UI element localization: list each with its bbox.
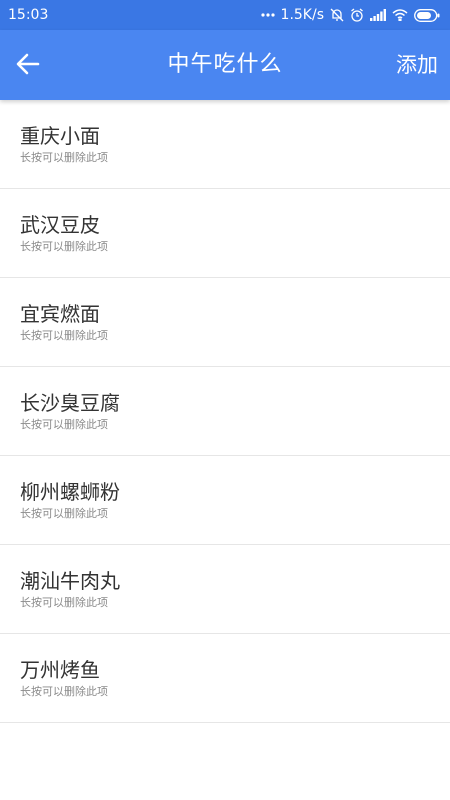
item-hint: 长按可以删除此项 — [20, 151, 108, 164]
back-button[interactable] — [12, 50, 44, 82]
list-item[interactable]: 万州烤鱼长按可以删除此项 — [0, 634, 450, 723]
item-hint: 长按可以删除此项 — [20, 596, 108, 609]
alarm-clock-icon — [350, 8, 364, 22]
mute-bell-icon — [330, 8, 344, 22]
item-title: 武汉豆皮 — [20, 213, 100, 237]
wifi-icon — [392, 9, 408, 21]
item-title: 重庆小面 — [20, 124, 100, 148]
item-hint: 长按可以删除此项 — [20, 685, 108, 698]
list-item[interactable]: 柳州螺蛳粉长按可以删除此项 — [0, 456, 450, 545]
list-item[interactable]: 武汉豆皮长按可以删除此项 — [0, 189, 450, 278]
app-bar: 中午吃什么 添加 — [0, 30, 450, 100]
more-dots-icon — [260, 12, 275, 18]
food-list: 重庆小面 长按可以删除此项 武汉豆皮 长按可以删除此项 宜宾燃面 长按可以删除此项 长沙臭豆… — [0, 100, 450, 723]
status-time: 15:03 — [8, 7, 49, 23]
signal-icon — [370, 9, 386, 21]
item-title: 柳州螺蛳粉 — [20, 480, 120, 504]
list-item[interactable]: 长沙臭豆腐长按可以删除此项 — [0, 367, 450, 456]
item-hint: 长按可以删除此项 — [20, 240, 108, 253]
status-icons: 1.5K/s — [260, 7, 440, 23]
list-item[interactable]: 重庆小面长按可以删除此项 — [0, 100, 450, 189]
battery-icon — [414, 8, 440, 22]
item-hint: 长按可以删除此项 — [20, 418, 108, 431]
page-title: 中午吃什么 — [167, 52, 283, 77]
network-speed: 1.5K/s — [280, 7, 324, 23]
item-title: 宜宾燃面 — [20, 302, 100, 326]
list-item[interactable]: 宜宾燃面长按可以删除此项 — [0, 278, 450, 367]
list-item[interactable]: 潮汕牛肉丸长按可以删除此项 — [0, 545, 450, 634]
arrow-left-icon — [16, 53, 40, 79]
item-hint: 长按可以删除此项 — [20, 329, 108, 342]
status-bar: 15:03 1.5K/s — [0, 0, 450, 30]
item-title: 万州烤鱼 — [20, 658, 100, 682]
add-button[interactable]: 添加 — [396, 30, 438, 100]
item-title: 潮汕牛肉丸 — [20, 569, 120, 593]
item-hint: 长按可以删除此项 — [20, 507, 108, 520]
item-title: 长沙臭豆腐 — [20, 391, 120, 415]
